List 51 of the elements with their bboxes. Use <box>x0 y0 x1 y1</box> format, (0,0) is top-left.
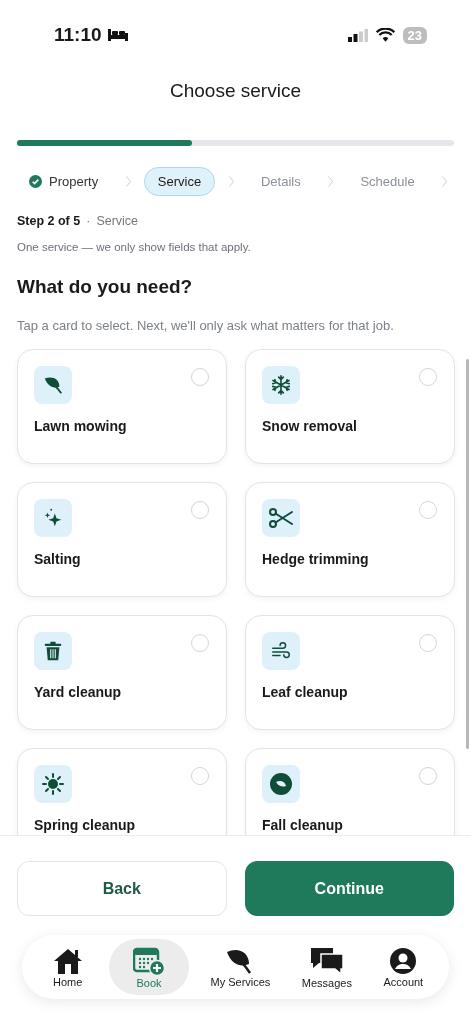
service-card[interactable]: Salting <box>17 482 227 597</box>
clock-time: 11:10 <box>54 24 102 46</box>
check-icon <box>29 174 42 188</box>
nav-tab[interactable]: Book <box>109 939 190 995</box>
sun-icon <box>41 772 65 796</box>
service-card[interactable]: Spring cleanup <box>17 748 227 835</box>
service-card[interactable]: Hedge trimming <box>245 482 455 597</box>
step-counter: Step 2 of 5 <box>17 214 81 228</box>
service-card[interactable]: Yard cleanup <box>17 615 227 730</box>
calendar-plus-icon <box>133 945 166 976</box>
service-card[interactable]: Lawn mowing <box>17 349 227 464</box>
service-card[interactable]: Snow removal <box>245 349 455 464</box>
radio-button[interactable] <box>419 501 437 519</box>
radio-button[interactable] <box>419 767 437 785</box>
section-heading: What do you need? <box>17 276 194 298</box>
chevron-icon <box>442 175 447 187</box>
radio-button[interactable] <box>191 767 209 785</box>
nav-tab[interactable]: My Services <box>200 939 281 995</box>
snowflake-icon <box>270 374 292 396</box>
continue-button[interactable]: Continue <box>244 861 454 916</box>
chevron-icon <box>125 175 131 187</box>
service-card[interactable]: Fall cleanup <box>245 748 455 835</box>
chat-bubbles-icon <box>308 945 345 976</box>
radio-button[interactable] <box>191 368 209 386</box>
instruction-text: Tap a card to select. Next, we'll only ask what matters for that job. <box>17 318 395 333</box>
radio-button[interactable] <box>191 501 209 519</box>
battery-level: 23 <box>402 26 427 44</box>
home-icon <box>52 946 83 975</box>
nav-tab[interactable]: Messages <box>291 939 362 995</box>
step-tab[interactable]: Service <box>143 166 216 196</box>
helper-text: One service — we only show fields that apply. <box>17 241 252 253</box>
chevron-icon <box>328 175 334 187</box>
signal-icon <box>347 28 368 42</box>
back-button[interactable]: Back <box>17 861 227 916</box>
leaf-icon <box>269 772 293 796</box>
trash-icon <box>42 640 64 662</box>
account-icon <box>389 946 418 975</box>
step-name: Service <box>96 214 139 228</box>
step-tab[interactable]: Property <box>28 166 113 196</box>
scissors-icon <box>268 507 294 529</box>
radio-button[interactable] <box>419 634 437 652</box>
radio-button[interactable] <box>419 368 437 386</box>
nav-tab[interactable]: Account <box>373 939 434 995</box>
wifi-icon <box>375 28 395 42</box>
radio-button[interactable] <box>191 634 209 652</box>
page-title: Choose service <box>170 80 301 102</box>
chevron-icon <box>228 175 234 187</box>
nav-tab[interactable]: Home <box>37 939 98 995</box>
service-card[interactable]: Leaf cleanup <box>245 615 455 730</box>
separator-dot: · <box>86 214 91 228</box>
bed-icon <box>107 29 128 41</box>
